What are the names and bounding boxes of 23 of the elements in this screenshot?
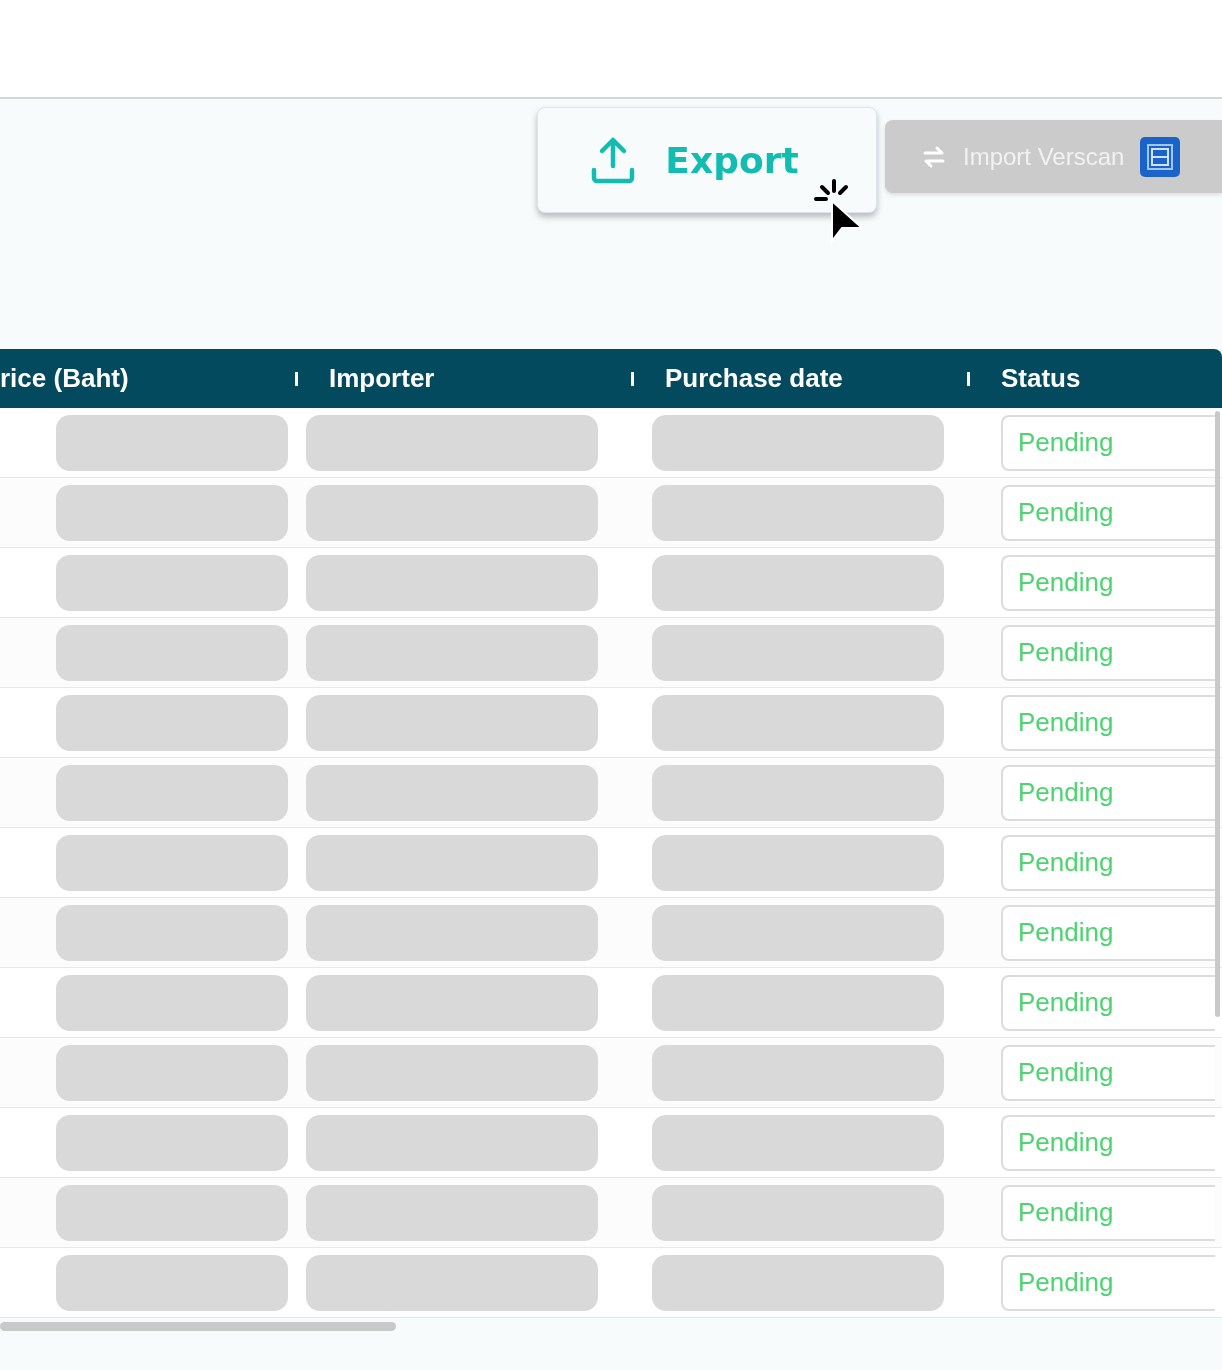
status-field[interactable]: Pending — [1001, 484, 1215, 541]
column-header[interactable]: Purchase date — [665, 363, 843, 394]
vertical-scrollbar[interactable] — [1215, 411, 1220, 1017]
status-field[interactable]: Pending — [1001, 1254, 1215, 1311]
status-field[interactable]: Pending — [1001, 974, 1215, 1031]
status-field[interactable]: Pending — [1001, 764, 1215, 821]
status-field[interactable]: Pending — [1001, 834, 1215, 891]
status-field[interactable]: Pending — [1001, 554, 1215, 611]
pointer-cursor-icon — [814, 179, 864, 245]
status-field[interactable]: Pending — [1001, 1044, 1215, 1101]
column-header[interactable]: rice (Baht) — [0, 363, 129, 394]
status-field[interactable]: Pending — [1001, 694, 1215, 751]
upload-icon — [591, 136, 636, 184]
status-field[interactable]: Pending — [1001, 414, 1215, 471]
status-field[interactable]: Pending — [1001, 624, 1215, 681]
scanner-app-icon — [1140, 136, 1181, 177]
status-field[interactable]: Pending — [1001, 904, 1215, 961]
horizontal-scrollbar[interactable] — [0, 1322, 396, 1331]
status-field[interactable]: Pending — [1001, 1184, 1215, 1241]
status-field[interactable]: Pending — [1001, 1114, 1215, 1171]
column-header[interactable]: Status — [1001, 363, 1081, 394]
export-button[interactable]: Export — [537, 107, 877, 213]
column-header[interactable]: Importer — [329, 363, 435, 394]
